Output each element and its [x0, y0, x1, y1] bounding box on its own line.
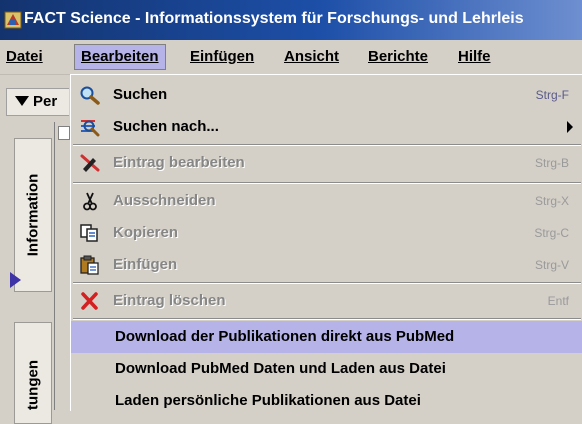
tab-information-label: Information [24, 173, 42, 257]
menu-item-download-pubmed-direkt[interactable]: Download der Publikationen direkt aus Pu… [71, 321, 582, 353]
menu-item-ausschneiden[interactable]: Ausschneiden Strg-X [71, 185, 582, 217]
menu-item-suchen-nach-label: Suchen nach... [113, 118, 219, 135]
menu-item-ausschneiden-label: Ausschneiden [113, 192, 216, 209]
menu-datei-label: Datei [6, 48, 43, 65]
menu-datei[interactable]: Datei [0, 44, 49, 70]
menu-item-download-pubmed-datei-label: Download PubMed Daten und Laden aus Date… [115, 360, 446, 377]
tab-second-label: tungen [24, 360, 42, 410]
menu-item-kopieren-shortcut: Strg-C [534, 226, 569, 240]
menu-hilfe[interactable]: Hilfe [452, 44, 497, 70]
menu-berichte[interactable]: Berichte [362, 44, 434, 70]
menu-einfuegen-label: Einfügen [190, 48, 255, 65]
app-logo-icon [4, 11, 22, 29]
menu-separator [73, 144, 581, 146]
menu-item-laden-persoenliche-label: Laden persönliche Publikationen aus Date… [115, 392, 421, 409]
menu-item-einfuegen-shortcut: Strg-V [534, 258, 569, 272]
menu-item-download-pubmed-direkt-label: Download der Publikationen direkt aus Pu… [115, 328, 455, 345]
menu-separator [73, 282, 581, 284]
menu-item-suchen-nach[interactable]: Suchen nach... [71, 111, 582, 143]
menu-berichte-label: Berichte [368, 48, 429, 65]
menu-separator [73, 318, 581, 320]
menu-item-laden-persoenliche[interactable]: Laden persönliche Publikationen aus Date… [71, 385, 582, 417]
menu-item-eintrag-loeschen-shortcut: Entf [547, 294, 569, 308]
search-icon [80, 86, 100, 105]
menu-item-suchen-shortcut: Strg-F [535, 88, 569, 102]
menu-item-eintrag-bearbeiten-shortcut: Strg-B [534, 156, 569, 170]
menubar: Datei Bearbeiten Einfügen Ansicht Berich… [0, 40, 582, 75]
menu-item-suchen[interactable]: Suchen Strg-F [71, 79, 582, 111]
menu-item-kopieren-label: Kopieren [113, 224, 179, 241]
tab-information[interactable]: Information [14, 138, 52, 292]
tab-second[interactable]: tungen [14, 322, 52, 424]
menu-hilfe-label: Hilfe [458, 48, 491, 65]
window-titlebar[interactable]: FACT Science - Informationssystem für Fo… [0, 0, 582, 40]
menu-item-ausschneiden-shortcut: Strg-X [534, 194, 569, 208]
menu-ansicht-label: Ansicht [284, 48, 340, 65]
tree-panel-edge [54, 122, 69, 410]
edit-pencil-icon [80, 154, 100, 172]
menu-item-eintrag-bearbeiten-label: Eintrag bearbeiten [113, 154, 245, 171]
menu-item-eintrag-bearbeiten[interactable]: Eintrag bearbeiten Strg-B [71, 147, 582, 179]
menu-bearbeiten-label: Bearbeiten [81, 48, 159, 65]
menu-item-download-pubmed-datei[interactable]: Download PubMed Daten und Laden aus Date… [71, 353, 582, 385]
search-list-icon [81, 120, 100, 137]
submenu-arrow-icon [567, 121, 573, 133]
menu-einfuegen[interactable]: Einfügen [184, 44, 260, 70]
delete-x-icon [81, 292, 98, 310]
tab-expand-arrow-icon [10, 272, 21, 288]
paste-icon [80, 255, 99, 275]
scissors-icon [83, 192, 97, 211]
menu-item-einfuegen[interactable]: Einfügen Strg-V [71, 249, 582, 281]
perspective-dropdown[interactable]: Per [6, 88, 69, 116]
perspective-dropdown-label: Per [33, 93, 58, 110]
menu-item-suchen-label: Suchen [113, 86, 168, 103]
menu-item-einfuegen-label: Einfügen [113, 256, 178, 273]
menu-item-eintrag-loeschen[interactable]: Eintrag löschen Entf [71, 285, 582, 317]
menu-item-eintrag-loeschen-label: Eintrag löschen [113, 292, 226, 309]
copy-icon [80, 224, 98, 242]
menu-bearbeiten[interactable]: Bearbeiten [74, 44, 166, 70]
menu-separator [73, 182, 581, 184]
menu-ansicht[interactable]: Ansicht [278, 44, 345, 70]
edit-menu-dropdown: Suchen Strg-F Suchen nach... Eintrag bea… [70, 74, 582, 411]
menu-item-kopieren[interactable]: Kopieren Strg-C [71, 217, 582, 249]
dropdown-triangle-icon [15, 96, 29, 107]
window-title: FACT Science - Informationssystem für Fo… [24, 10, 524, 27]
tree-collapse-icon[interactable] [58, 126, 70, 140]
